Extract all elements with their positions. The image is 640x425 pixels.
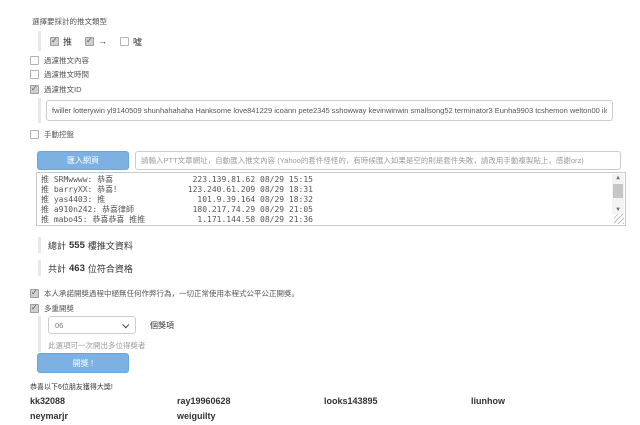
results-title: 恭喜以下6位朋友獲得大獎!	[30, 382, 113, 392]
multi-draw-label: 多重開獎	[44, 303, 74, 314]
qualified-prefix: 共計	[48, 262, 66, 275]
comment-type-title: 選擇要採計的推文類型	[32, 16, 107, 27]
import-page-button[interactable]: 匯入網頁	[37, 151, 129, 170]
push-checkbox[interactable]	[50, 37, 59, 46]
comment-text: 推 yas4403: 推	[41, 195, 105, 205]
comment-type-group: 推 → 噓	[38, 31, 142, 51]
comment-line: 推 a910n242: 恭喜律師 180.217.74.29 08/29 21:…	[41, 205, 313, 215]
type-option-arrow[interactable]: →	[85, 36, 107, 46]
arrow-checkbox[interactable]	[85, 37, 94, 46]
multi-draw-options-group: 06 個獎項 此選項可一次開出多位得獎者	[38, 316, 174, 352]
winner-name: weiguilty	[177, 411, 324, 421]
arrow-label: →	[98, 36, 107, 46]
comment-meta: 123.240.61.209 08/29 18:31	[188, 185, 313, 195]
fairness-declaration-label: 本人承諾開獎過程中絕無任何作弊行為，一切正常使用本程式公平公正開獎。	[44, 288, 299, 299]
comment-line: 推 SRMwwww: 恭喜 223.139.81.62 08/29 15:15	[41, 175, 313, 185]
total-suffix: 樓推文資料	[88, 239, 133, 252]
id-list-group	[38, 98, 613, 123]
type-option-boo[interactable]: 噓	[120, 35, 142, 48]
total-count: 555	[69, 240, 85, 251]
scrollbar-thumb[interactable]	[613, 184, 623, 198]
comment-meta: 180.217.74.29 08/29 21:05	[193, 205, 313, 215]
multi-draw-row[interactable]: 多重開獎	[30, 303, 74, 314]
type-option-push[interactable]: 推	[50, 35, 72, 48]
total-prefix: 總計	[48, 239, 66, 252]
winners-list: kk32088 ray19960628 looks143895 liunhow …	[30, 396, 618, 421]
filter-time-checkbox[interactable]	[30, 70, 39, 79]
chevron-down-icon	[122, 321, 129, 328]
manual-rig-row[interactable]: 手動控盤	[30, 129, 74, 140]
boo-checkbox[interactable]	[120, 37, 129, 46]
article-url-input[interactable]	[135, 151, 621, 170]
fairness-declaration-row[interactable]: 本人承諾開獎過程中絕無任何作弊行為，一切正常使用本程式公平公正開獎。	[30, 288, 299, 299]
comment-meta: 101.9.39.164 08/29 18:32	[197, 195, 313, 205]
comment-text: 推 mabo45: 恭喜恭喜 推推	[41, 215, 145, 225]
filter-id-row[interactable]: 過濾推文ID	[30, 84, 82, 95]
boo-label: 噓	[133, 35, 142, 48]
push-label: 推	[63, 35, 72, 48]
comment-text: 推 barryXX: 恭喜！	[41, 185, 121, 195]
prize-count-select[interactable]: 06	[48, 316, 136, 334]
comments-textarea[interactable]: 推 SRMwwww: 恭喜 223.139.81.62 08/29 15:15 …	[36, 172, 626, 226]
comment-meta: 1.171.144.58 08/29 21:36	[197, 215, 313, 225]
qualified-stat: 共計 463 位符合資格	[38, 260, 133, 276]
comment-line: 推 yas4403: 推 101.9.39.164 08/29 18:32	[41, 195, 313, 205]
ptt-lottery-app: 選擇要採計的推文類型 推 → 噓 過濾推文內容 過濾推文時間 過濾推文ID 手動…	[0, 0, 640, 425]
id-list-input[interactable]	[46, 100, 613, 121]
filter-id-checkbox[interactable]	[30, 85, 39, 94]
draw-button[interactable]: 開獎 !	[37, 353, 129, 373]
filter-time-row[interactable]: 過濾推文時間	[30, 69, 89, 80]
resize-grip-icon[interactable]	[614, 214, 624, 224]
manual-rig-label: 手動控盤	[44, 129, 74, 140]
winner-name: kk32088	[30, 396, 177, 406]
qualified-count: 463	[69, 263, 85, 274]
filter-time-label: 過濾推文時間	[44, 69, 89, 80]
winner-name: looks143895	[324, 396, 471, 406]
fairness-declaration-checkbox[interactable]	[30, 289, 39, 298]
multi-draw-checkbox[interactable]	[30, 304, 39, 313]
qualified-suffix: 位符合資格	[88, 262, 133, 275]
comment-text: 推 SRMwwww: 恭喜	[41, 175, 113, 185]
prize-unit-label: 個獎項	[150, 320, 174, 331]
scroll-up-icon[interactable]: ▲	[616, 174, 620, 182]
multi-draw-hint: 此選項可一次開出多位得獎者	[48, 340, 174, 351]
filter-content-label: 過濾推文內容	[44, 55, 89, 66]
prize-count-value: 06	[55, 321, 124, 330]
comment-meta: 223.139.81.62 08/29 15:15	[193, 175, 313, 185]
comment-line: 推 mabo45: 恭喜恭喜 推推 1.171.144.58 08/29 21:…	[41, 215, 313, 225]
vertical-scrollbar[interactable]: ▲ ▼	[612, 174, 624, 214]
winner-name: neymarjr	[30, 411, 177, 421]
scroll-down-icon[interactable]: ▼	[616, 206, 620, 214]
total-comments-stat: 總計 555 樓推文資料	[38, 237, 133, 253]
winner-name: liunhow	[471, 396, 618, 406]
filter-content-checkbox[interactable]	[30, 56, 39, 65]
filter-content-row[interactable]: 過濾推文內容	[30, 55, 89, 66]
manual-rig-checkbox[interactable]	[30, 130, 39, 139]
comment-line: 推 barryXX: 恭喜！ 123.240.61.209 08/29 18:3…	[41, 185, 313, 195]
winner-name: ray19960628	[177, 396, 324, 406]
filter-id-label: 過濾推文ID	[44, 84, 82, 95]
comment-text: 推 a910n242: 恭喜律師	[41, 205, 134, 215]
